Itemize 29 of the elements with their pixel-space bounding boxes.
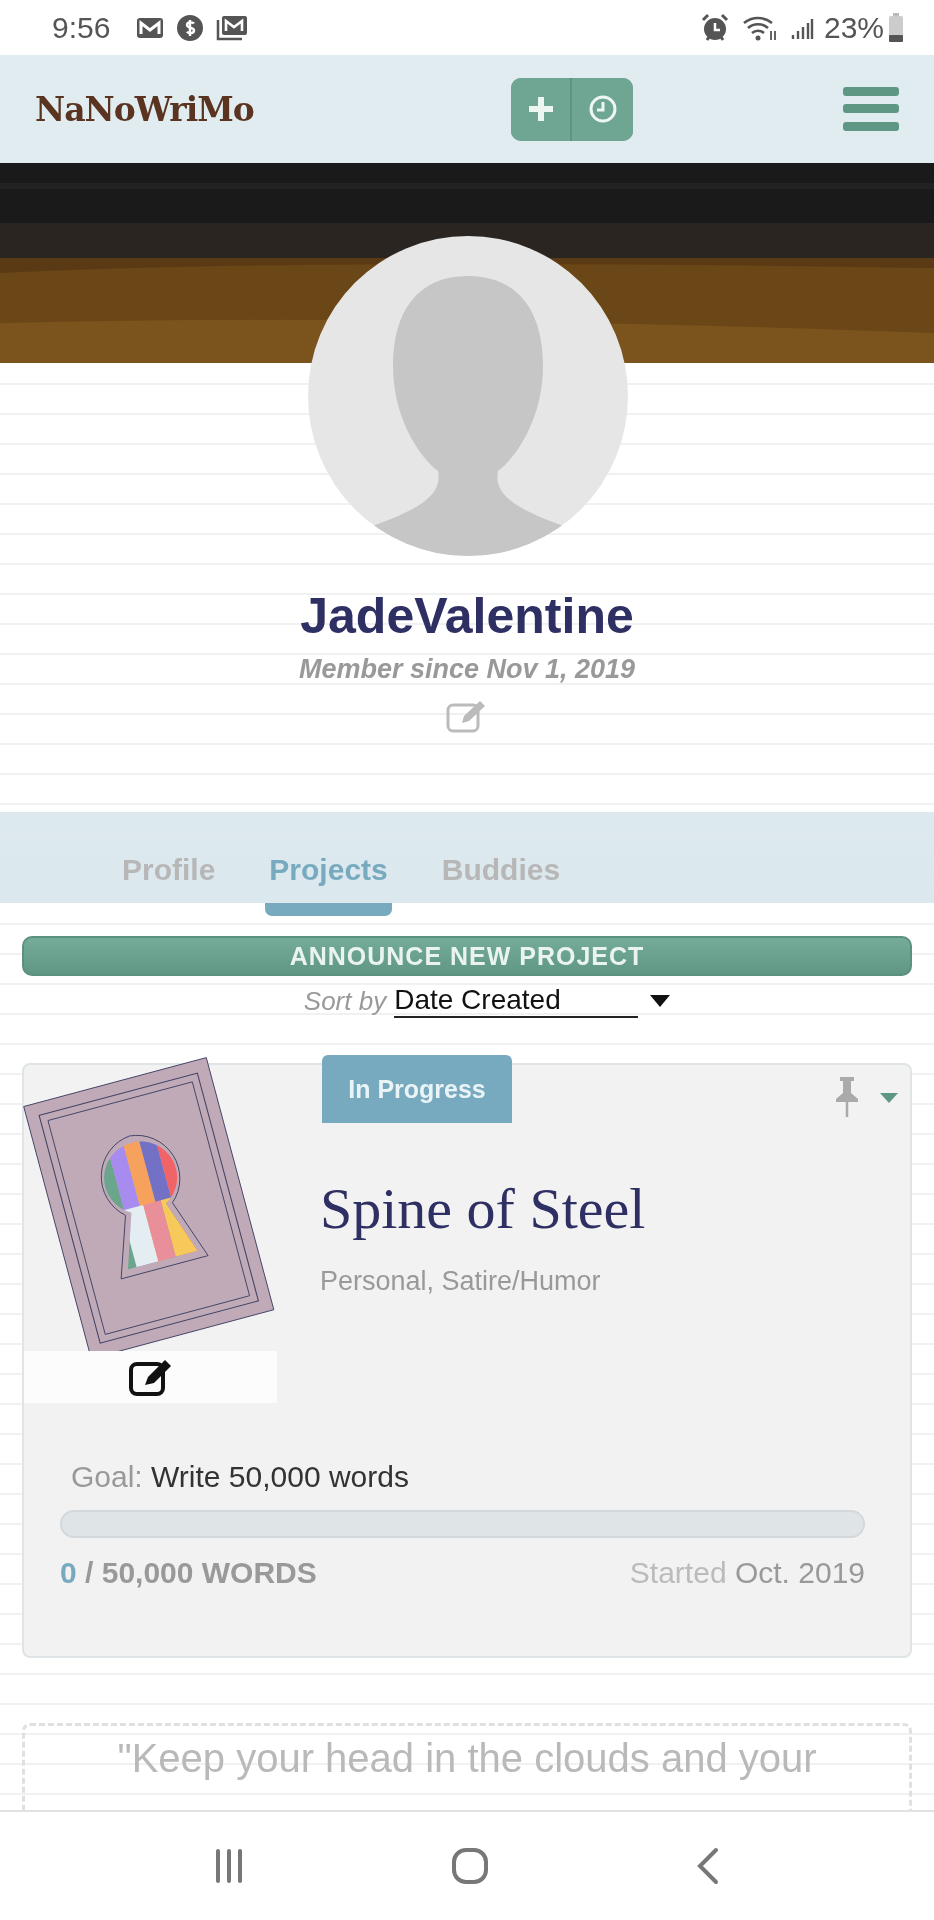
battery-icon bbox=[888, 12, 904, 43]
pin-icon[interactable] bbox=[834, 1077, 860, 1117]
caret-icon bbox=[650, 995, 671, 1007]
caret-icon[interactable] bbox=[880, 1093, 898, 1103]
username: JadeValentine bbox=[300, 587, 634, 646]
sort-label: Sort by bbox=[303, 985, 387, 1017]
word-count: 0 / 50,000 WORDS bbox=[60, 1556, 317, 1590]
tab[interactable]: Buddies bbox=[437, 812, 565, 926]
site-logo[interactable]: NaNoWriMo bbox=[35, 89, 254, 129]
sort-dropdown[interactable]: Date Created bbox=[394, 984, 671, 1018]
mail-stack-icon bbox=[216, 14, 249, 41]
mail-icon bbox=[136, 16, 165, 39]
goal-text: Goal: Write 50,000 words bbox=[71, 1460, 410, 1494]
member-since: Member since Nov 1, 2019 bbox=[298, 654, 636, 685]
announce-project-button[interactable]: ANNOUNCE NEW PROJECT bbox=[22, 936, 912, 976]
dollar-icon bbox=[176, 13, 205, 42]
clock-icon bbox=[587, 94, 618, 124]
alarm-icon bbox=[699, 12, 730, 43]
clock-time: 9:56 bbox=[52, 10, 111, 45]
add-button[interactable] bbox=[511, 77, 572, 141]
tab[interactable]: Profile bbox=[118, 812, 220, 926]
tab[interactable]: Projects bbox=[265, 812, 392, 926]
edit-icon[interactable] bbox=[127, 1357, 174, 1397]
battery-percent: 23% bbox=[823, 10, 884, 45]
status-tag: In Progress bbox=[322, 1055, 512, 1123]
quote-text: "Keep your head in the clouds and your bbox=[117, 1736, 817, 1780]
project-genres: Personal, Satire/Humor bbox=[320, 1266, 602, 1297]
menu-icon[interactable] bbox=[843, 87, 899, 131]
project-title[interactable]: Spine of Steel bbox=[320, 1175, 646, 1242]
